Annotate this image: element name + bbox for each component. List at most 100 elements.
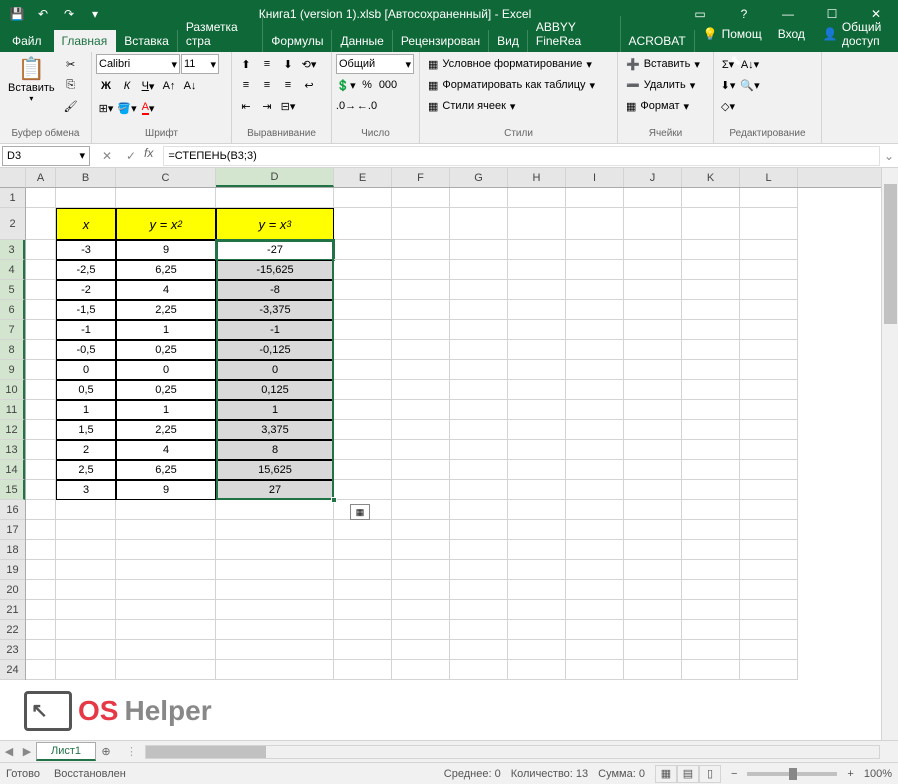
cell[interactable] <box>508 520 566 540</box>
cell[interactable] <box>682 208 740 240</box>
col-header-B[interactable]: B <box>56 168 116 187</box>
qat-customize-icon[interactable]: ▾ <box>84 3 106 25</box>
cell[interactable] <box>566 440 624 460</box>
cell[interactable] <box>392 208 450 240</box>
row-header-4[interactable]: 4 <box>0 260 25 280</box>
cell[interactable] <box>392 580 450 600</box>
cell[interactable] <box>26 500 56 520</box>
add-sheet-icon[interactable]: ⊕ <box>96 745 116 758</box>
decrease-indent-icon[interactable]: ⇤ <box>236 96 256 116</box>
cell[interactable] <box>116 560 216 580</box>
cell[interactable]: 0 <box>56 360 116 380</box>
cell[interactable] <box>392 240 450 260</box>
view-normal-icon[interactable]: ▦ <box>655 765 677 783</box>
cell[interactable] <box>740 500 798 520</box>
cell[interactable] <box>566 560 624 580</box>
align-top-icon[interactable]: ⬆ <box>236 54 256 74</box>
cell[interactable] <box>392 188 450 208</box>
horizontal-scrollbar[interactable] <box>145 745 880 759</box>
cell[interactable] <box>508 640 566 660</box>
cell[interactable] <box>216 620 334 640</box>
cell[interactable]: 0,125 <box>216 380 334 400</box>
zoom-out-icon[interactable]: − <box>731 768 737 780</box>
cell[interactable] <box>682 320 740 340</box>
cell[interactable] <box>334 360 392 380</box>
cell[interactable] <box>508 440 566 460</box>
cell[interactable] <box>624 560 682 580</box>
cell[interactable] <box>26 440 56 460</box>
cell[interactable] <box>682 188 740 208</box>
cell[interactable] <box>450 480 508 500</box>
cell[interactable] <box>392 440 450 460</box>
cell[interactable] <box>392 500 450 520</box>
col-header-I[interactable]: I <box>566 168 624 187</box>
cell[interactable] <box>624 480 682 500</box>
row-header-11[interactable]: 11 <box>0 400 25 420</box>
cell[interactable] <box>508 360 566 380</box>
cell[interactable]: 1,5 <box>56 420 116 440</box>
cell[interactable] <box>334 260 392 280</box>
fill-handle[interactable] <box>331 497 337 503</box>
cell[interactable] <box>216 660 334 680</box>
cell[interactable] <box>740 540 798 560</box>
cell[interactable] <box>334 340 392 360</box>
increase-decimal-icon[interactable]: .0→ <box>336 96 356 116</box>
cell[interactable] <box>56 560 116 580</box>
select-all-corner[interactable] <box>0 168 26 188</box>
cell[interactable]: 9 <box>116 480 216 500</box>
cell[interactable] <box>566 640 624 660</box>
tell-me[interactable]: 💡Помощ <box>695 23 770 45</box>
cell[interactable] <box>566 500 624 520</box>
cell[interactable] <box>450 420 508 440</box>
cell[interactable] <box>682 480 740 500</box>
cell[interactable] <box>508 420 566 440</box>
row-header-20[interactable]: 20 <box>0 580 25 600</box>
align-left-icon[interactable]: ≡ <box>236 75 256 95</box>
fill-icon[interactable]: ⬇▾ <box>718 75 738 95</box>
cell[interactable] <box>740 480 798 500</box>
cell[interactable] <box>334 620 392 640</box>
row-header-16[interactable]: 16 <box>0 500 25 520</box>
cell[interactable]: 2 <box>56 440 116 460</box>
cell[interactable] <box>682 420 740 440</box>
cell[interactable] <box>566 188 624 208</box>
row-header-15[interactable]: 15 <box>0 480 25 500</box>
cell[interactable] <box>26 340 56 360</box>
tab-abbyy[interactable]: ABBYY FineRea <box>528 16 621 52</box>
cell[interactable]: 15,625 <box>216 460 334 480</box>
cell[interactable] <box>682 260 740 280</box>
cell[interactable]: 0,25 <box>116 380 216 400</box>
vertical-scrollbar[interactable] <box>881 168 898 740</box>
cell[interactable] <box>334 660 392 680</box>
cell[interactable] <box>740 240 798 260</box>
col-header-C[interactable]: C <box>116 168 216 187</box>
sort-filter-icon[interactable]: A↓▾ <box>740 54 760 74</box>
row-header-12[interactable]: 12 <box>0 420 25 440</box>
cell[interactable] <box>334 400 392 420</box>
cell[interactable] <box>508 260 566 280</box>
cell[interactable] <box>450 240 508 260</box>
paste-button[interactable]: 📋 Вставить ▾ <box>4 54 59 105</box>
cell[interactable]: -0,125 <box>216 340 334 360</box>
cell[interactable] <box>26 188 56 208</box>
row-header-24[interactable]: 24 <box>0 660 25 680</box>
cell[interactable] <box>26 380 56 400</box>
cell[interactable]: 6,25 <box>116 260 216 280</box>
col-header-E[interactable]: E <box>334 168 392 187</box>
share-button[interactable]: 👤Общий доступ <box>813 16 898 52</box>
cell[interactable] <box>682 360 740 380</box>
cell[interactable]: 1 <box>56 400 116 420</box>
cell[interactable] <box>216 188 334 208</box>
cell[interactable] <box>566 240 624 260</box>
cell[interactable] <box>392 320 450 340</box>
cell[interactable]: 0,25 <box>116 340 216 360</box>
cell[interactable] <box>216 500 334 520</box>
cell[interactable] <box>26 480 56 500</box>
format-cells-button[interactable]: ▦Формат▾ <box>622 96 693 116</box>
cell[interactable] <box>216 640 334 660</box>
formula-input[interactable]: =СТЕПЕНЬ(B3;3) <box>163 146 880 166</box>
wrap-text-icon[interactable]: ↩ <box>299 75 319 95</box>
row-header-5[interactable]: 5 <box>0 280 25 300</box>
cell[interactable] <box>392 660 450 680</box>
cell[interactable] <box>26 300 56 320</box>
